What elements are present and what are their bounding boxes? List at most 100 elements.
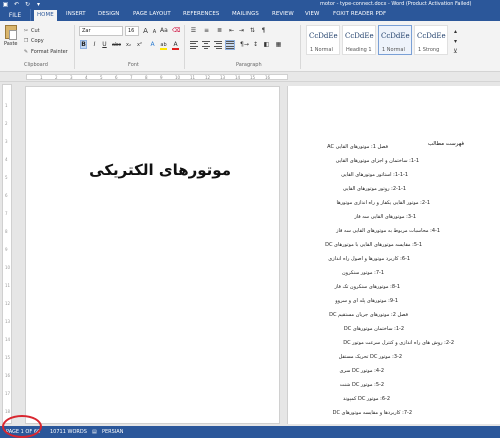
toc-line: 4-1: محاسبات مربوط به موتورهای القایی سه… xyxy=(336,228,440,234)
toc-line: 3-2: موتور DC تحریک مستقل xyxy=(338,354,402,360)
shrink-font-button[interactable]: A xyxy=(151,27,158,36)
window-title: motor - type-connect.docx - Word (Produc… xyxy=(320,1,472,7)
redo-icon[interactable]: ↻ xyxy=(24,1,31,8)
multilevel-list-icon[interactable]: ≣ xyxy=(216,26,223,35)
style-strong[interactable]: CcDdEe 1 Strong xyxy=(414,25,448,55)
clear-formatting-icon[interactable]: ⌫ xyxy=(172,26,180,35)
paste-label: Paste xyxy=(4,41,18,47)
document-page-2[interactable]: فهرست مطالب فصل 1: موتورهای القایی AC 1-… xyxy=(287,86,500,424)
style-name: 1 Strong xyxy=(418,47,440,53)
cut-label: Cut xyxy=(31,27,40,34)
proofing-icon[interactable]: ▤ xyxy=(92,429,97,435)
save-icon[interactable]: ▣ xyxy=(2,1,9,8)
toc-line: 3-1: موتورهای القایی سه فاز xyxy=(354,214,416,220)
quick-access-toolbar: ▣ ↶ ↻ ▾ xyxy=(2,0,42,9)
italic-button[interactable]: I xyxy=(91,40,98,49)
style-normal-1[interactable]: CcDdEe 1 Normal xyxy=(306,25,340,55)
tab-review[interactable]: REVIEW xyxy=(272,11,294,21)
copy-button[interactable]: ❐ Copy xyxy=(23,37,44,44)
subscript-button[interactable]: x₂ xyxy=(125,40,132,49)
ruler-tick: 15 xyxy=(250,75,256,80)
font-name-select[interactable]: Zar xyxy=(79,26,123,36)
vruler-tick: 1 xyxy=(5,103,8,108)
tab-references[interactable]: REFERENCES xyxy=(183,11,219,21)
divider xyxy=(184,25,185,69)
bold-button[interactable]: B xyxy=(80,40,87,49)
tab-mailings[interactable]: MAILINGS xyxy=(232,11,259,21)
font-group-label: Font xyxy=(128,62,139,68)
word-count-status[interactable]: 10711 WORDS xyxy=(50,429,87,435)
undo-icon[interactable]: ↶ xyxy=(13,1,20,8)
align-center-icon[interactable] xyxy=(202,41,210,49)
shading-icon[interactable]: ◧ xyxy=(263,40,270,49)
numbering-icon[interactable]: ≡ xyxy=(203,26,210,35)
vruler-tick: 17 xyxy=(5,391,11,396)
brush-icon: ✎ xyxy=(23,48,29,55)
change-case-button[interactable]: Aa xyxy=(160,26,168,35)
ltr-icon[interactable]: ¶→ xyxy=(240,40,249,49)
sort-icon[interactable]: ⇅ xyxy=(249,26,256,35)
underline-button[interactable]: U xyxy=(101,40,108,49)
tab-view[interactable]: VIEW xyxy=(305,11,319,21)
vruler-tick: 16 xyxy=(5,373,11,378)
tab-foxit-reader-pdf[interactable]: FOXIT READER PDF xyxy=(333,11,386,21)
copy-label: Copy xyxy=(31,37,44,44)
toc-line: 1-1: ساختمان و اجزای موتورهای القایی xyxy=(335,158,419,164)
toc-line: فصل 1: موتورهای القایی AC xyxy=(327,144,388,150)
ribbon-home: Paste ✂ Cut ❐ Copy ✎ Format Painter Clip… xyxy=(0,21,500,72)
document-page-1[interactable]: موتورهای الکتریکی xyxy=(25,86,280,424)
vruler-tick: 8 xyxy=(5,229,8,234)
tab-design[interactable]: DESIGN xyxy=(98,11,119,21)
show-marks-icon[interactable]: ¶ xyxy=(260,26,267,35)
borders-icon[interactable]: ▦ xyxy=(275,40,282,49)
tab-file[interactable]: FILE xyxy=(0,9,31,21)
tab-insert[interactable]: INSERT xyxy=(66,11,86,21)
vruler-tick: 7 xyxy=(5,211,8,216)
language-status[interactable]: PERSIAN xyxy=(102,429,123,435)
vertical-ruler[interactable]: 1 2 3 4 5 6 7 8 9 10 11 12 13 14 15 16 1… xyxy=(2,84,12,424)
copy-icon: ❐ xyxy=(23,37,29,44)
line-spacing-icon[interactable]: ↕ xyxy=(252,40,259,49)
font-size-select[interactable]: 16 xyxy=(125,26,139,36)
styles-scroll-down-icon[interactable]: ▾ xyxy=(452,37,459,46)
styles-scroll-up-icon[interactable]: ▴ xyxy=(452,27,459,36)
decrease-indent-icon[interactable]: ⇤ xyxy=(228,26,235,35)
customize-icon[interactable]: ▾ xyxy=(35,1,42,8)
increase-indent-icon[interactable]: ⇥ xyxy=(238,26,245,35)
bullets-icon[interactable]: ☰ xyxy=(190,26,197,35)
grow-font-button[interactable]: A xyxy=(142,26,149,35)
ruler-tick: 8 xyxy=(145,75,148,80)
vruler-tick: 18 xyxy=(5,409,11,414)
vruler-tick: 12 xyxy=(5,301,11,306)
style-name: 1 Normal xyxy=(310,47,333,53)
align-right-icon[interactable] xyxy=(214,41,222,49)
vruler-tick: 6 xyxy=(5,193,8,198)
vruler-tick: 10 xyxy=(5,265,11,270)
superscript-button[interactable]: x² xyxy=(136,40,143,49)
align-left-icon[interactable] xyxy=(190,41,198,49)
tab-page-layout[interactable]: PAGE LAYOUT xyxy=(133,11,171,21)
styles-more-icon[interactable]: ⊻ xyxy=(452,47,459,56)
vruler-tick: 9 xyxy=(5,247,8,252)
format-painter-button[interactable]: ✎ Format Painter xyxy=(23,48,68,55)
horizontal-ruler[interactable]: 1 2 3 4 5 6 7 8 9 10 11 12 13 14 15 16 xyxy=(0,72,500,82)
style-sample: CcDdEe xyxy=(381,32,410,40)
title-bar: ▣ ↶ ↻ ▾ motor - type-connect.docx - Word… xyxy=(0,0,500,9)
toc-line: 8-1: موتورهای سنکرون تک فاز xyxy=(334,284,400,290)
paragraph-group-label: Paragraph xyxy=(236,62,262,68)
strikethrough-button[interactable]: abc xyxy=(112,40,121,49)
ruler-tick: 9 xyxy=(160,75,163,80)
cut-button[interactable]: ✂ Cut xyxy=(23,27,40,34)
ruler-tick: 10 xyxy=(175,75,181,80)
toc-line: 5-2: موتور DC شنت xyxy=(339,382,384,388)
style-heading-1[interactable]: CcDdEe Heading 1 xyxy=(342,25,376,55)
clipboard-group-label: Clipboard xyxy=(24,62,48,68)
vruler-tick: 14 xyxy=(5,337,11,342)
justify-icon[interactable] xyxy=(225,40,235,50)
style-normal-selected[interactable]: CcDdEe 1 Normal xyxy=(378,25,412,55)
paste-button[interactable]: Paste xyxy=(3,25,19,51)
tab-home[interactable]: HOME xyxy=(34,10,57,21)
document-title: موتورهای الکتریکی xyxy=(89,161,231,179)
text-effects-button[interactable]: A xyxy=(149,40,156,49)
ruler-tick: 11 xyxy=(190,75,196,80)
